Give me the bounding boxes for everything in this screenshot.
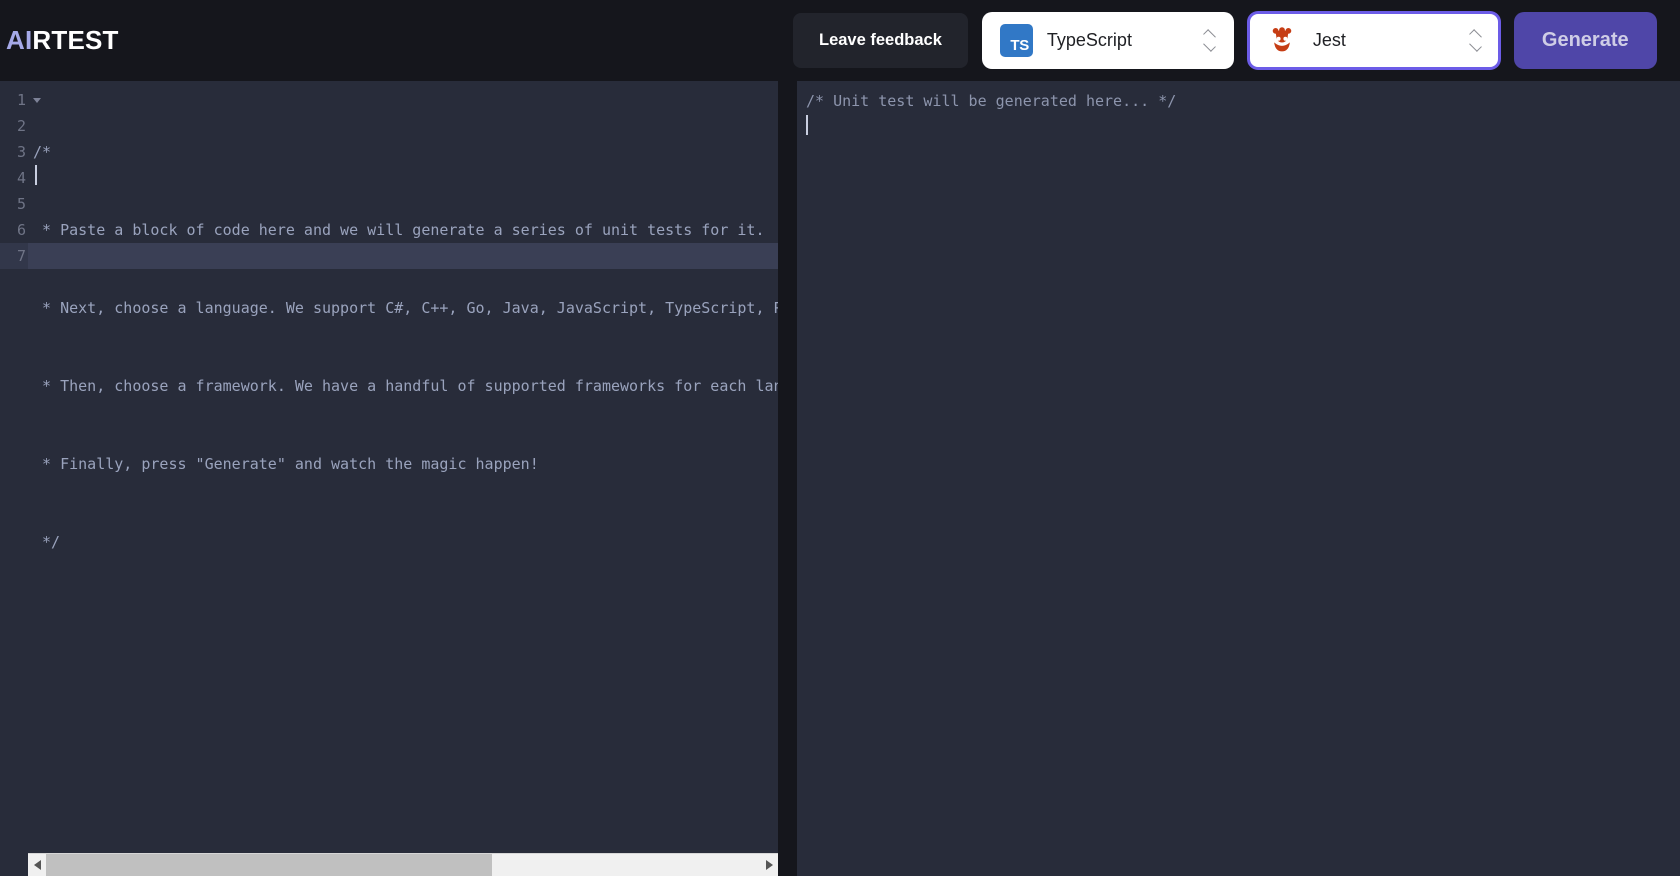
jest-icon <box>1266 24 1299 57</box>
source-code-editor[interactable]: 1 2 3 4 5 6 7 /* * Paste a block of code… <box>0 81 778 876</box>
text-cursor <box>806 115 808 135</box>
scroll-left-arrow-icon[interactable] <box>28 854 46 876</box>
line-number: 1 <box>16 91 26 109</box>
scroll-right-arrow-icon[interactable] <box>760 854 778 876</box>
code-line: * Next, choose a language. We support C#… <box>42 299 778 317</box>
line-number: 2 <box>16 117 26 135</box>
line-number: 7 <box>16 247 26 265</box>
chevron-updown-icon <box>1202 28 1218 54</box>
leave-feedback-button[interactable]: Leave feedback <box>793 13 968 68</box>
line-number: 5 <box>16 195 26 213</box>
generated-test-editor[interactable] <box>797 81 1680 876</box>
toolbar-controls: Leave feedback TS TypeScript Jest Genera… <box>793 0 1657 81</box>
line-number-gutter: 1 2 3 4 5 6 7 <box>0 87 28 269</box>
generated-test-placeholder: /* Unit test will be generated here... *… <box>806 92 1177 110</box>
code-line: */ <box>33 533 61 551</box>
logo-suffix: RTEST <box>32 25 119 55</box>
generate-button[interactable]: Generate <box>1513 12 1657 69</box>
framework-select-value: Jest <box>1312 30 1346 50</box>
line-number: 6 <box>16 221 26 239</box>
scrollbar-thumb[interactable] <box>46 853 493 876</box>
code-content: /* * Paste a block of code here and we w… <box>33 87 778 685</box>
code-line: /* <box>33 143 52 161</box>
code-line: * Finally, press "Generate" and watch th… <box>33 455 539 473</box>
scrollbar-track[interactable] <box>46 853 760 876</box>
app-root: AIRTEST Leave feedback TS TypeScript Jes… <box>0 0 1680 876</box>
code-line: * Then, choose a framework. We have a ha… <box>33 377 778 395</box>
logo-prefix: AI <box>6 25 33 55</box>
top-toolbar: AIRTEST Leave feedback TS TypeScript Jes… <box>0 0 1680 81</box>
line-number: 4 <box>16 169 26 187</box>
horizontal-scrollbar[interactable] <box>28 853 778 876</box>
framework-select[interactable]: Jest <box>1247 12 1500 69</box>
line-number: 3 <box>16 143 26 161</box>
language-select[interactable]: TS TypeScript <box>981 12 1234 69</box>
app-logo: AIRTEST <box>0 25 119 56</box>
language-select-value: TypeScript <box>1046 30 1132 50</box>
chevron-updown-icon <box>1468 28 1484 54</box>
typescript-icon: TS <box>999 24 1033 57</box>
code-line: * Paste a block of code here and we will… <box>33 221 765 239</box>
text-cursor <box>35 165 37 185</box>
